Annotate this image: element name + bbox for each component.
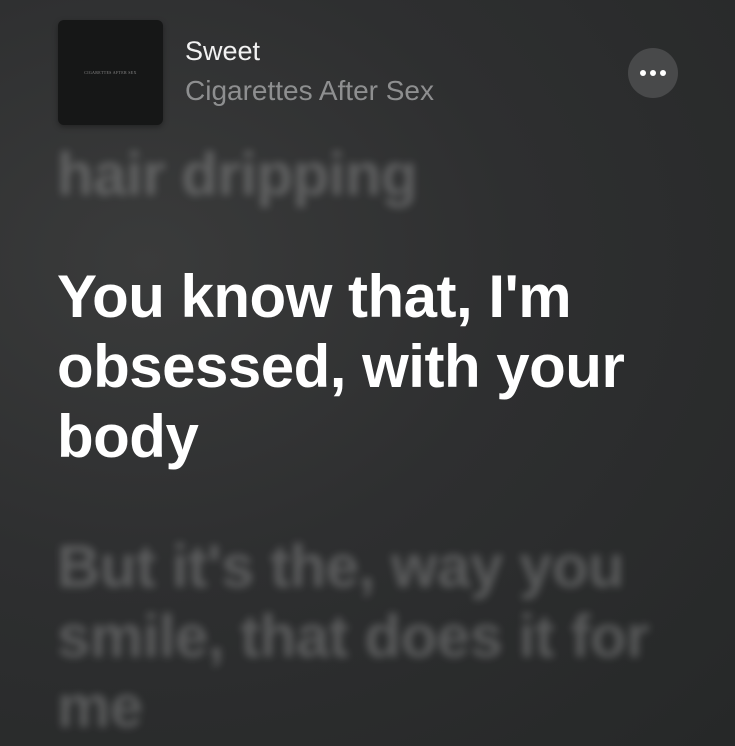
lyric-line-next[interactable]: But it's the, way you smile, that does i… xyxy=(57,532,677,742)
album-artwork[interactable]: CIGARETTES AFTER SEX xyxy=(58,20,163,125)
now-playing-header: CIGARETTES AFTER SEX Sweet Cigarettes Af… xyxy=(58,20,680,126)
track-artist: Cigarettes After Sex xyxy=(185,75,435,106)
artwork-label: CIGARETTES AFTER SEX xyxy=(84,70,137,75)
more-horizontal-icon xyxy=(640,70,666,76)
lyric-line-current[interactable]: You know that, I'm obsessed, with your b… xyxy=(57,262,677,472)
lyric-line-previous[interactable]: hair dripping xyxy=(57,140,677,210)
more-options-button[interactable] xyxy=(628,48,678,98)
track-title: Sweet xyxy=(185,36,261,66)
